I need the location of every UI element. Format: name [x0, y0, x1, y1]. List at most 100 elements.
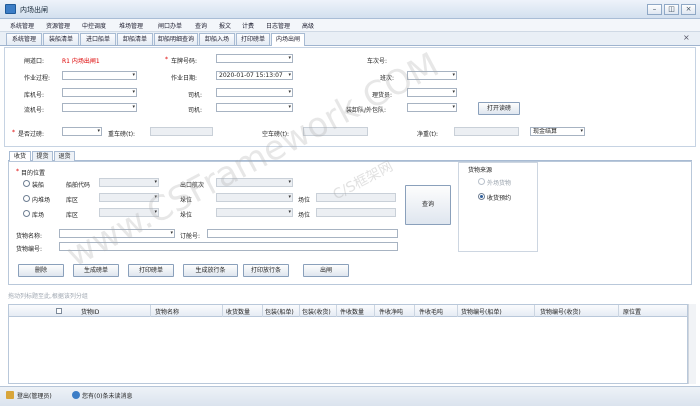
radio-source-external-label: 外场货物 [487, 180, 512, 187]
col-separator [374, 305, 375, 317]
radio-source-booking-label: 收货预约 [487, 195, 512, 202]
chevron-down-icon: ▾ [154, 194, 157, 200]
col-piece-gross[interactable]: 件收毛吨 [419, 307, 443, 316]
tab-unloading-entry[interactable]: 卸船入场 [199, 33, 235, 45]
goods-name-label: 货物名称: [16, 233, 43, 240]
goods-name-combo[interactable]: ▾ [59, 229, 175, 238]
print-weight-ticket-button[interactable]: 打印磅单 [128, 264, 174, 277]
user-icon [6, 391, 14, 399]
yard-crane-combo[interactable]: ▾ [62, 88, 137, 97]
radio-warehouse[interactable] [23, 210, 30, 217]
driver2-combo[interactable]: ▾ [216, 103, 293, 112]
col-goods-name[interactable]: 货物名称 [155, 307, 179, 316]
generate-release-button[interactable]: 生成放行条 [183, 264, 238, 277]
menu-query[interactable]: 查询 [195, 21, 207, 30]
bay2-label: 垛位 [180, 212, 193, 219]
destination-label: 目的位置 [21, 170, 46, 177]
empty-weight-label: 空车磅(t): [262, 131, 290, 138]
gross-weight-field [150, 127, 213, 136]
tab-unloading-list[interactable]: 卸船清单 [117, 33, 153, 45]
truck-combo[interactable]: ▾ [216, 54, 293, 63]
col-receive-qty[interactable]: 收货数量 [226, 307, 250, 316]
settlement-combo[interactable]: 现金结算 ▾ [530, 127, 585, 136]
radio-yard[interactable] [23, 195, 30, 202]
chevron-down-icon: ▾ [97, 128, 100, 134]
tab-unloading-detail[interactable]: 卸船明细查询 [154, 33, 198, 45]
goods-no-field[interactable] [59, 242, 398, 251]
logout-link[interactable]: 登出(管理员) [17, 391, 52, 400]
gate-out-button[interactable]: 出闸 [303, 264, 349, 277]
col-pack-manifest[interactable]: 包装(船单) [265, 307, 294, 316]
menu-dispatch[interactable]: 中控调度 [82, 21, 106, 30]
clerk-combo[interactable]: ▾ [407, 88, 457, 97]
menu-report[interactable]: 报文 [219, 21, 231, 30]
tab-import-manifest[interactable]: 进口船单 [80, 33, 116, 45]
delete-button[interactable]: 删除 [18, 264, 64, 277]
print-release-button[interactable]: 打印放行条 [243, 264, 289, 277]
ship-code-label: 船舶代码 [66, 182, 91, 189]
menu-log[interactable]: 日志管理 [266, 21, 290, 30]
radio-source-booking[interactable] [478, 193, 485, 200]
col-goods-no-receive[interactable]: 货物编号(收货) [540, 307, 581, 316]
subtab-pickup[interactable]: 提货 [32, 151, 53, 161]
select-all-checkbox[interactable] [56, 308, 62, 314]
chevron-down-icon: ▾ [288, 209, 291, 215]
order-no-field[interactable] [207, 229, 398, 238]
chevron-down-icon: ▾ [288, 104, 291, 110]
query-button[interactable]: 查询 [405, 185, 451, 225]
col-separator [222, 305, 223, 317]
close-window-button[interactable]: × [681, 4, 696, 15]
menu-gate[interactable]: 闸口办单 [158, 21, 182, 30]
shift-label: 班次: [380, 75, 395, 82]
col-separator [262, 305, 263, 317]
menu-system[interactable]: 系统管理 [10, 21, 34, 30]
tab-inner-gate-out[interactable]: 内场出闸 [271, 33, 305, 46]
col-original-location[interactable]: 原位置 [623, 307, 641, 316]
shift-combo[interactable]: ▾ [407, 71, 457, 80]
tab-system[interactable]: 系统管理 [6, 33, 42, 45]
radio-source-external [478, 178, 485, 185]
driver-combo[interactable]: ▾ [216, 88, 293, 97]
radio-ship-label: 装船 [32, 182, 45, 189]
col-separator [150, 305, 151, 317]
weigh-combo[interactable]: ▾ [62, 127, 102, 136]
minimize-button[interactable]: – [647, 4, 662, 15]
col-piece-qty[interactable]: 件收数量 [340, 307, 364, 316]
col-pack-receive[interactable]: 包装(收货) [302, 307, 331, 316]
order-no-label: 订舱号: [180, 233, 201, 240]
subtab-return[interactable]: 退货 [54, 151, 75, 161]
bay1-combo: ▾ [216, 193, 293, 202]
col-separator [618, 305, 619, 317]
driver2-label: 司机: [188, 107, 203, 114]
menu-billing[interactable]: 计费 [242, 21, 254, 30]
menu-advanced[interactable]: 高级 [302, 21, 314, 30]
radio-ship[interactable] [23, 180, 30, 187]
process-combo[interactable]: ▾ [62, 71, 137, 80]
tab-loading-list[interactable]: 装船清单 [43, 33, 79, 45]
open-weight-button[interactable]: 打开读磅 [478, 102, 520, 115]
flow-crane-combo[interactable]: ▾ [62, 103, 137, 112]
tab-print-weight[interactable]: 打印磅单 [236, 33, 270, 45]
col-goods-id[interactable]: 货物ID [81, 307, 99, 316]
loading-team-combo[interactable]: ▾ [407, 103, 457, 112]
tab-close-icon[interactable]: × [683, 33, 690, 42]
date-picker[interactable]: 2020-01-07 15:13:07 ▾ [216, 71, 293, 80]
unread-messages[interactable]: 您有(0)条未读消息 [82, 391, 133, 400]
weigh-label: 是否过磅: [18, 131, 45, 138]
driver-label: 司机: [188, 92, 203, 99]
bay2-combo: ▾ [216, 208, 293, 217]
menu-resource[interactable]: 资源管理 [46, 21, 70, 30]
col-goods-no-manifest[interactable]: 货物编号(船单) [461, 307, 502, 316]
out-voyage-combo: ▾ [216, 178, 293, 187]
generate-weight-ticket-button[interactable]: 生成磅单 [73, 264, 119, 277]
goods-source-title: 货物来源 [468, 167, 493, 174]
restore-button[interactable]: ◫ [664, 4, 679, 15]
subtab-receive[interactable]: 收货 [9, 151, 31, 161]
col-piece-net[interactable]: 件收净吨 [379, 307, 403, 316]
required-icon: * [12, 129, 15, 136]
chevron-down-icon: ▾ [452, 72, 455, 78]
ship-code-combo: ▾ [99, 178, 159, 187]
grid-scrollbar[interactable] [688, 304, 696, 384]
goods-no-label: 货物编号: [16, 246, 43, 253]
menu-yard[interactable]: 堆场管理 [119, 21, 143, 30]
